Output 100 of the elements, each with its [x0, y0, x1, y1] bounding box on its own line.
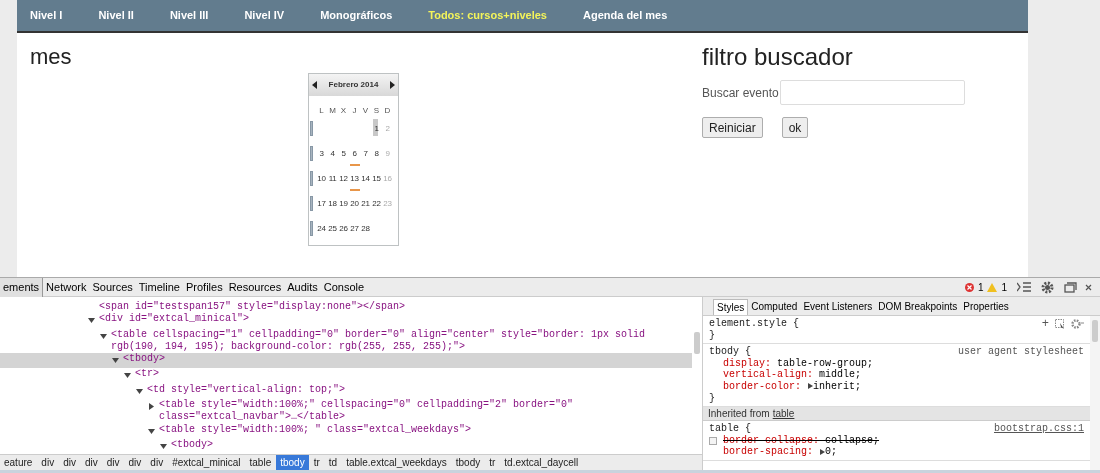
breadcrumb-item[interactable]: td	[324, 454, 342, 471]
breadcrumb-item[interactable]: eature	[0, 454, 37, 471]
devtools-tab[interactable]: Sources	[89, 277, 136, 297]
devtools-tab[interactable]: Timeline	[135, 277, 183, 297]
dom-node-line[interactable]: <span id="testspan157" style="display:none"></span>	[99, 301, 414, 314]
calendar-day[interactable]: 11	[328, 173, 337, 184]
breadcrumb-item[interactable]: tbody	[276, 454, 309, 471]
element-state-icon[interactable]	[1055, 318, 1065, 329]
breadcrumb-item[interactable]: #extcal_minical	[168, 454, 245, 471]
devtools-tab[interactable]: Network	[43, 277, 90, 297]
styles-tab[interactable]: Styles	[713, 299, 749, 315]
breadcrumb-item[interactable]: table.extcal_weekdays	[342, 454, 451, 471]
search-label: Buscar evento	[702, 84, 779, 102]
inherited-label: Inherited from	[708, 407, 770, 420]
calendar-day[interactable]: 25	[328, 223, 337, 234]
styles-tab[interactable]: DOM Breakpoints	[875, 299, 961, 315]
next-month-icon[interactable]	[390, 81, 395, 89]
calendar-day[interactable]: 18	[328, 198, 337, 209]
weekday-label: D	[383, 106, 392, 116]
breadcrumb-item[interactable]: div	[102, 454, 124, 471]
expand-triangle-icon[interactable]	[148, 403, 155, 411]
calendar-day[interactable]: 14	[361, 173, 370, 184]
nav-link[interactable]: Agenda del mes	[580, 7, 671, 24]
scrollbar-thumb[interactable]	[694, 332, 700, 354]
calendar-day[interactable]: 8	[374, 148, 379, 159]
scrollbar-thumb[interactable]	[1092, 320, 1098, 342]
calendar-day[interactable]: 1	[374, 123, 379, 134]
rule-source[interactable]: bootstrap.css:1	[994, 423, 1084, 435]
styles-tab[interactable]: Computed	[748, 299, 801, 315]
nav-link[interactable]: Nivel III	[166, 7, 212, 24]
devtools-tab[interactable]: Profiles	[182, 277, 226, 297]
calendar-day[interactable]: 4	[330, 148, 335, 159]
form-button[interactable]: ok	[781, 117, 809, 138]
breadcrumb-item[interactable]: tr	[309, 454, 324, 471]
calendar-day[interactable]: 28	[361, 223, 370, 234]
calendar-day[interactable]: 3	[319, 148, 324, 159]
property-checkbox[interactable]	[709, 436, 717, 445]
dom-node-line[interactable]: <table cellspacing="1" cellpadding="0" border="0" align="center" style="border: 1px solid rgb(190, 194, 195); background-color: rgb(255, 255, 255);">	[111, 328, 692, 354]
expand-triangle-icon[interactable]	[819, 448, 826, 455]
breadcrumb-item[interactable]: div	[80, 454, 102, 471]
dom-node-line[interactable]: <tr>	[135, 368, 167, 381]
nav-link[interactable]: Monográficos	[317, 7, 396, 24]
calendar-day[interactable]: 5	[341, 148, 346, 159]
dom-node-line[interactable]: <td style="vertical-align: top;">	[147, 383, 354, 397]
nav-link[interactable]: Nivel IV	[241, 7, 288, 24]
calendar-day[interactable]: 12	[339, 173, 348, 184]
drawer-icon[interactable]	[1017, 282, 1031, 292]
dom-node-line[interactable]: <div id="extcal_minical">	[99, 313, 258, 326]
nav-link[interactable]: Nivel II	[95, 7, 137, 24]
week-marker[interactable]	[310, 146, 313, 161]
devtools-tab[interactable]: Resources	[225, 277, 285, 297]
previous-month-icon[interactable]	[312, 81, 317, 89]
nav-link[interactable]: Nivel I	[27, 7, 66, 24]
styles-tab[interactable]: Properties	[960, 299, 1012, 315]
breadcrumb-item[interactable]: table	[245, 454, 276, 471]
form-button[interactable]: Reiniciar	[702, 117, 763, 138]
weekday-label: V	[361, 106, 370, 116]
calendar-day[interactable]: 20	[350, 198, 359, 209]
calendar-day[interactable]: 13	[350, 173, 359, 184]
calendar-day[interactable]: 24	[317, 223, 326, 234]
calendar-day[interactable]: 27	[350, 223, 359, 234]
calendar-day[interactable]: 6	[352, 148, 357, 159]
settings-icon[interactable]	[1041, 280, 1054, 294]
week-marker[interactable]	[310, 171, 313, 186]
calendar-day[interactable]: 10	[317, 173, 326, 184]
dom-node-line[interactable]: <table style="width:100%;" cellspacing="0" cellpadding="2" border="0" class="extcal_navbar">…</table>	[159, 399, 692, 424]
calendar-day[interactable]: 15	[372, 173, 381, 184]
breadcrumb-item[interactable]: tbody	[451, 454, 485, 471]
week-marker[interactable]	[310, 121, 313, 136]
dock-icon[interactable]	[1064, 281, 1077, 293]
styles-tab[interactable]: Event Listeners	[800, 299, 876, 315]
breadcrumb-item[interactable]: td.extcal_daycell	[500, 454, 583, 471]
calendar-day[interactable]: 22	[372, 198, 381, 209]
search-field[interactable]	[779, 80, 965, 105]
calendar-day[interactable]: 21	[361, 198, 370, 209]
settings-icon[interactable]	[1071, 318, 1084, 329]
breadcrumb-item[interactable]: div	[124, 454, 146, 471]
calendar-day[interactable]: 26	[339, 223, 348, 234]
calendar-day[interactable]: 17	[317, 198, 326, 209]
inherited-link[interactable]: table	[772, 407, 795, 420]
devtools-tab[interactable]: Audits	[284, 277, 321, 297]
error-icon	[964, 282, 974, 292]
nav-link[interactable]: Todos: cursos+niveles	[425, 7, 550, 24]
calendar-day[interactable]: 7	[363, 148, 368, 159]
week-marker[interactable]	[310, 196, 313, 211]
dom-node-line[interactable]: <table style="width:100%; " class="extcal_weekdays">	[159, 423, 480, 436]
dom-node-line[interactable]: <tbody>	[123, 353, 173, 366]
week-marker[interactable]	[310, 221, 313, 236]
expand-triangle-icon[interactable]	[807, 383, 814, 390]
rule-source[interactable]: user agent stylesheet	[957, 346, 1084, 358]
close-icon[interactable]	[1085, 283, 1092, 291]
dom-node-line[interactable]: <tbody>	[171, 438, 221, 452]
add-rule-button[interactable]: +	[1041, 318, 1049, 329]
calendar-day[interactable]: 19	[339, 198, 348, 209]
breadcrumb-item[interactable]: tr	[485, 454, 500, 471]
breadcrumb-item[interactable]: div	[59, 454, 80, 471]
devtools-tab[interactable]: ements	[0, 277, 44, 297]
devtools-tab[interactable]: Console	[320, 277, 368, 297]
breadcrumb-item[interactable]: div	[37, 454, 59, 471]
breadcrumb-item[interactable]: div	[146, 454, 168, 471]
